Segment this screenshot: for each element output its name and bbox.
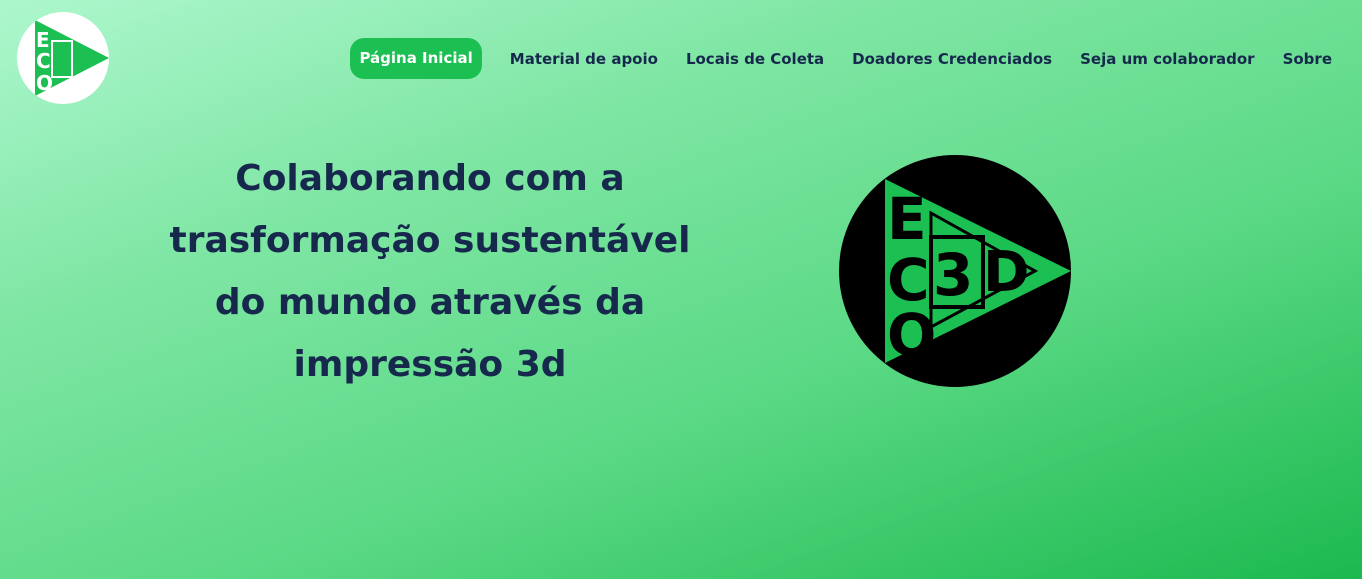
svg-text:3: 3 <box>53 49 68 74</box>
eco3d-logo-icon: E C O 3 D <box>35 20 109 96</box>
svg-text:D: D <box>72 46 89 70</box>
nav-item-doadores-credenciados[interactable]: Doadores Credenciados <box>852 50 1052 68</box>
svg-text:C: C <box>36 49 51 73</box>
nav-item-pagina-inicial[interactable]: Página Inicial <box>350 38 482 79</box>
eco3d-logo-large-icon: E C O 3 D <box>839 155 1071 387</box>
site-logo[interactable]: E C O 3 D <box>17 12 109 104</box>
nav-item-locais-de-coleta[interactable]: Locais de Coleta <box>686 50 824 68</box>
svg-text:O: O <box>36 71 53 95</box>
hero-logo: E C O 3 D <box>839 155 1071 387</box>
svg-text:E: E <box>887 185 927 253</box>
main-nav: Página Inicial Material de apoio Locais … <box>350 38 1332 79</box>
nav-item-seja-um-colaborador[interactable]: Seja um colaborador <box>1080 50 1254 68</box>
svg-text:3: 3 <box>933 241 973 309</box>
nav-item-material-de-apoio[interactable]: Material de apoio <box>510 50 658 68</box>
hero-title: Colaborando com a trasformação sustentáv… <box>169 158 691 385</box>
nav-item-sobre[interactable]: Sobre <box>1283 50 1332 68</box>
svg-text:D: D <box>983 240 1029 305</box>
page: { "header": { "logo_text": "ECO3D", "nav… <box>0 0 1362 579</box>
svg-text:O: O <box>887 301 936 369</box>
